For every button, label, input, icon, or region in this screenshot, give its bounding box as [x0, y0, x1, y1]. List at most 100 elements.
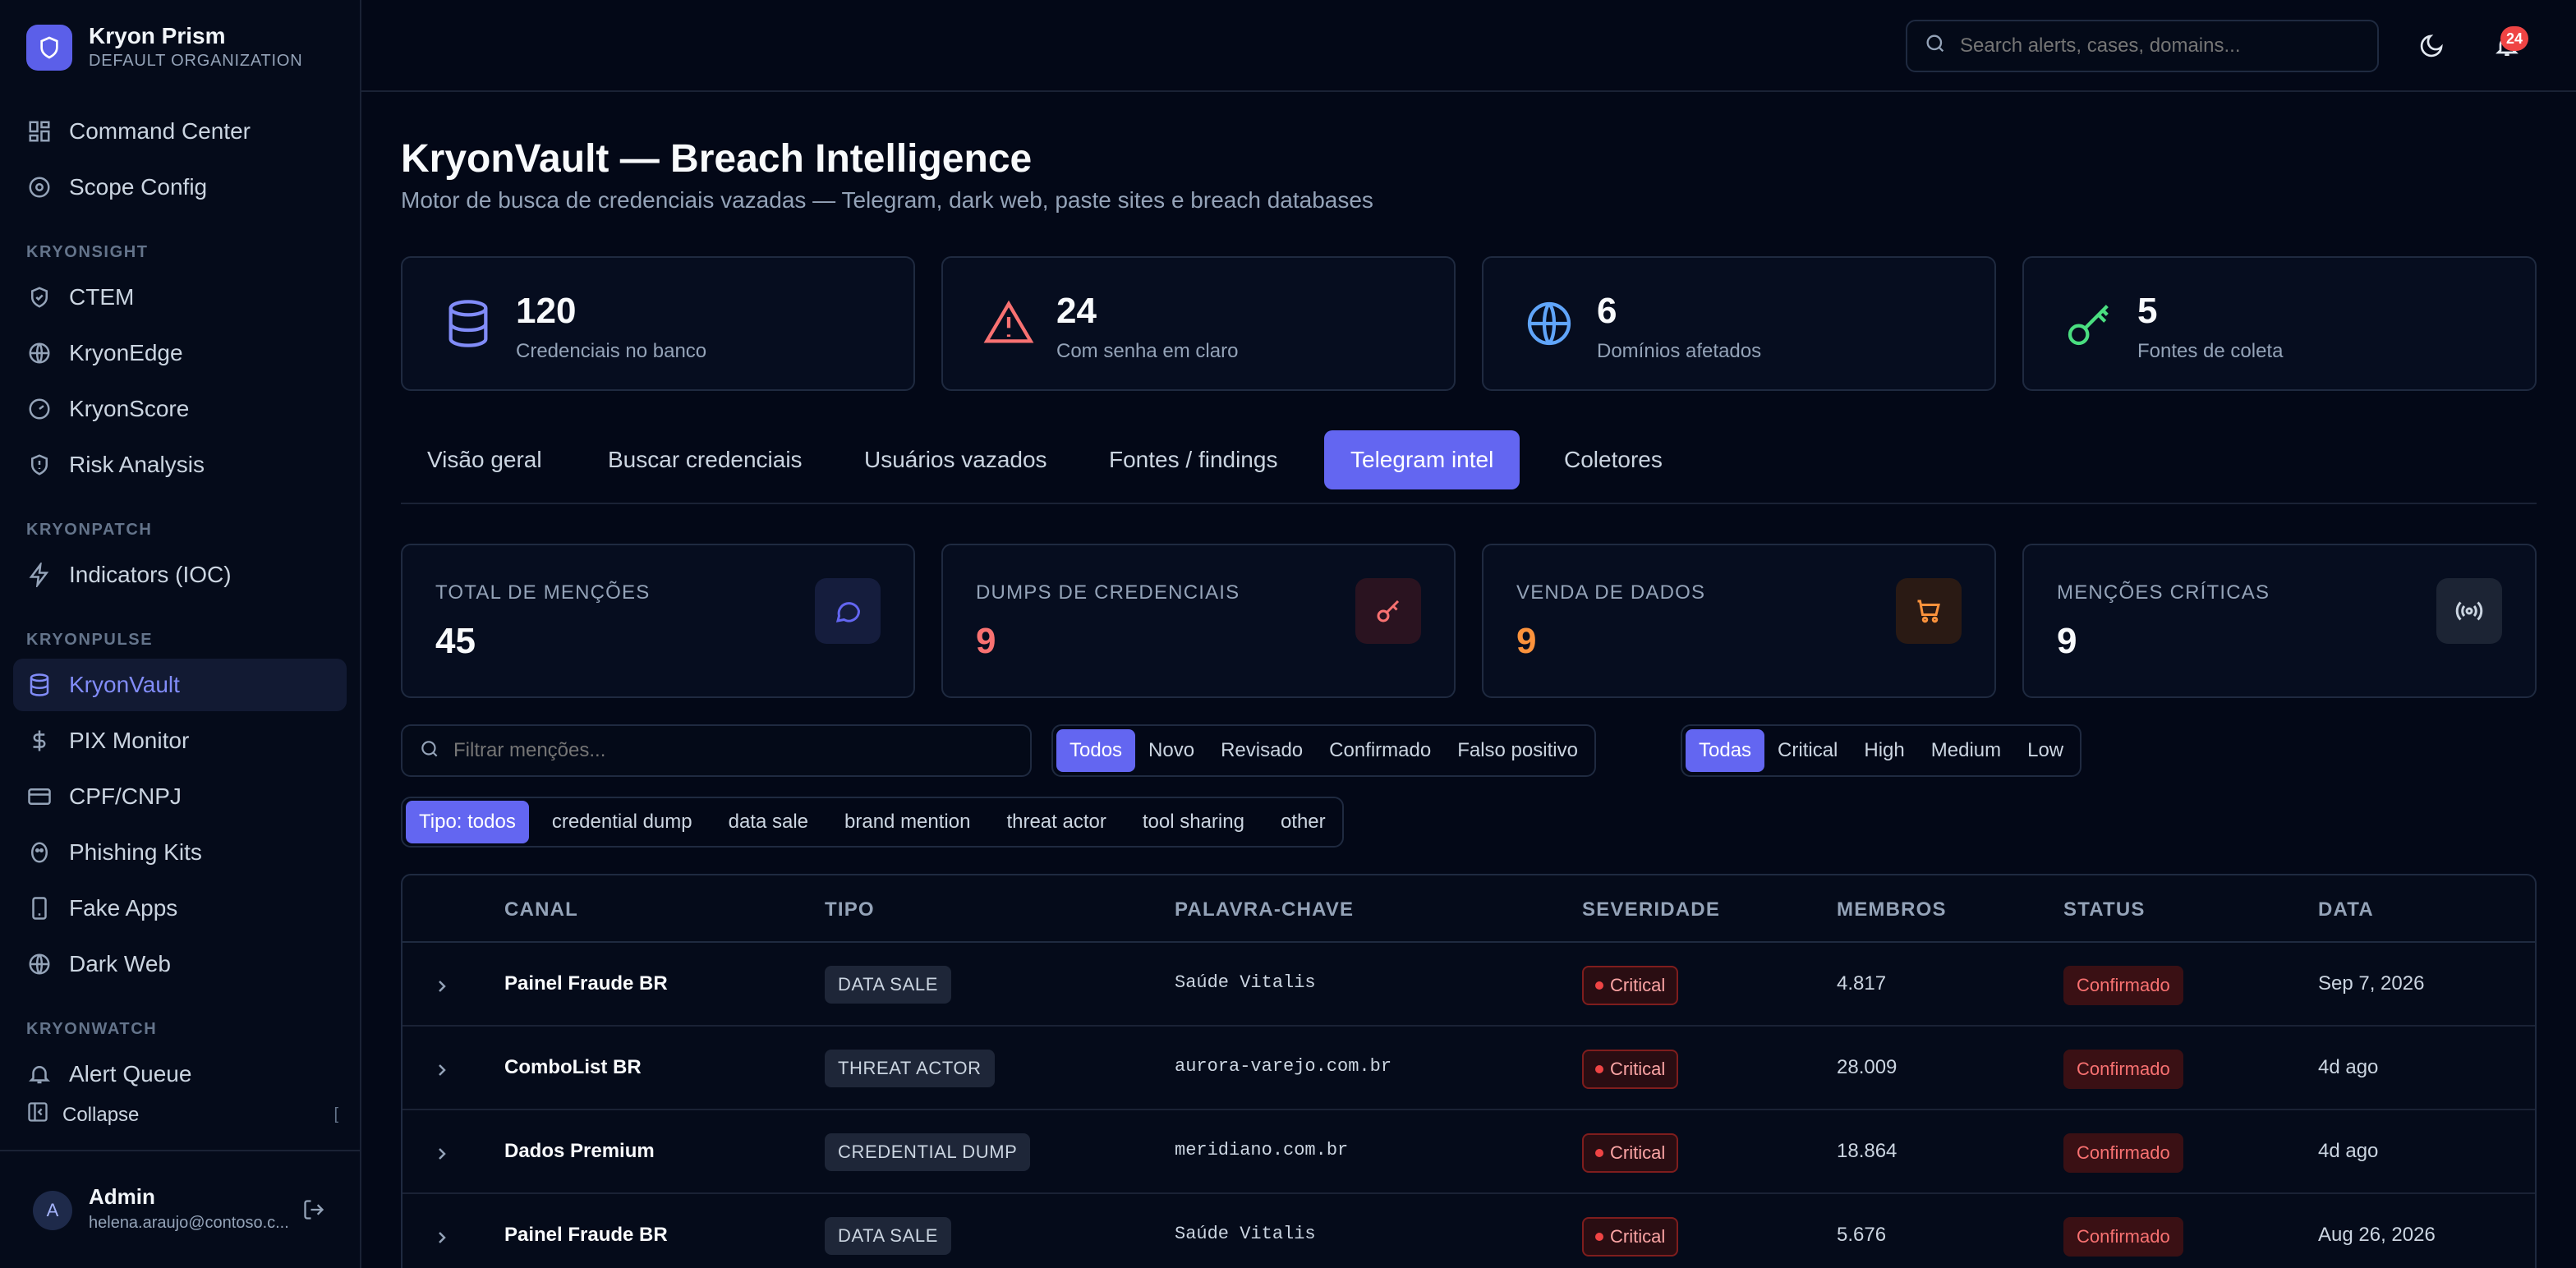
severity-option-low[interactable]: Low: [2014, 729, 2077, 772]
nav-command-center[interactable]: Command Center: [13, 105, 347, 158]
avatar[interactable]: A: [33, 1191, 72, 1230]
nav-phishing-kits[interactable]: Phishing Kits: [13, 826, 347, 879]
type-option-credential-dump[interactable]: credential dump: [539, 801, 706, 843]
chevron-right-icon[interactable]: [432, 972, 452, 1003]
metric-value: 45: [435, 621, 476, 661]
status-option-revisado[interactable]: Revisado: [1208, 729, 1316, 772]
nav-indicators[interactable]: Indicators (IOC): [13, 549, 347, 601]
tab-coletores[interactable]: Coletores: [1538, 430, 1689, 489]
moon-icon[interactable]: [2418, 33, 2445, 66]
row-channel: Painel Fraude BR: [504, 972, 668, 995]
fish-icon: [26, 839, 53, 866]
type-option-tool-sharing[interactable]: tool sharing: [1129, 801, 1258, 843]
chevron-right-icon[interactable]: [432, 1224, 452, 1254]
chevron-right-icon[interactable]: [432, 1140, 452, 1170]
type-option-threat-actor[interactable]: threat actor: [993, 801, 1119, 843]
stat-value: 120: [516, 291, 577, 331]
tab-fontes-findings[interactable]: Fontes / findings: [1083, 430, 1304, 489]
metric-credential-dumps: DUMPS DE CREDENCIAIS 9: [941, 544, 1456, 698]
chevron-right-icon[interactable]: [432, 1056, 452, 1087]
table-row[interactable]: Dados Premium CREDENTIAL DUMP meridiano.…: [402, 1110, 2535, 1194]
message-icon: [815, 578, 881, 644]
filter-input[interactable]: [453, 739, 996, 762]
tab-telegram-intel[interactable]: Telegram intel: [1324, 430, 1520, 489]
stat-label: Credenciais no banco: [516, 340, 707, 362]
nav-label: Command Center: [69, 118, 251, 144]
radio-icon: [2436, 578, 2502, 644]
bell-icon: [26, 1061, 53, 1087]
status-option-falso-positivo[interactable]: Falso positivo: [1444, 729, 1591, 772]
nav-pix-monitor[interactable]: PIX Monitor: [13, 714, 347, 767]
severity-label: Critical: [1610, 1226, 1666, 1247]
table-row[interactable]: Painel Fraude BR DATA SALE Saúde Vitalis…: [402, 943, 2535, 1027]
type-option-brand-mention[interactable]: brand mention: [831, 801, 983, 843]
status-option-todos[interactable]: Todos: [1056, 729, 1136, 772]
stat-label: Domínios afetados: [1597, 340, 1762, 362]
severity-badge: Critical: [1582, 1217, 1679, 1257]
row-members: 18.864: [1837, 1140, 1898, 1162]
column-header[interactable]: MEMBROS: [1837, 898, 1947, 921]
stat-value: 5: [2137, 291, 2158, 331]
mention-filter[interactable]: [401, 724, 1032, 777]
table-row[interactable]: Painel Fraude BR DATA SALE Saúde Vitalis…: [402, 1194, 2535, 1268]
row-date: Sep 7, 2026: [2318, 972, 2425, 995]
column-header[interactable]: STATUS: [2063, 898, 2146, 921]
nav-kryonvault[interactable]: KryonVault: [13, 659, 347, 711]
nav-label: KryonVault: [69, 672, 180, 697]
tab-buscar-credenciais[interactable]: Buscar credenciais: [582, 430, 829, 489]
nav-fake-apps[interactable]: Fake Apps: [13, 882, 347, 935]
search-input[interactable]: [1960, 34, 2354, 57]
metric-value: 9: [1516, 621, 1537, 661]
status-option-confirmado[interactable]: Confirmado: [1316, 729, 1444, 772]
nav-label: Phishing Kits: [69, 839, 202, 865]
severity-option-medium[interactable]: Medium: [1918, 729, 2014, 772]
collapse-button[interactable]: Collapse [: [26, 1100, 338, 1129]
nav-label: PIX Monitor: [69, 728, 190, 753]
global-search[interactable]: [1906, 20, 2379, 72]
column-header[interactable]: DATA: [2318, 898, 2374, 921]
phone-icon: [26, 895, 53, 921]
stat-value: 6: [1597, 291, 1617, 331]
severity-filter: Todas Critical High Medium Low: [1681, 724, 2082, 777]
severity-label: Critical: [1610, 1142, 1666, 1163]
type-option-todos[interactable]: Tipo: todos: [406, 801, 529, 843]
column-header[interactable]: CANAL: [504, 898, 578, 921]
brand[interactable]: Kryon Prism DEFAULT ORGANIZATION: [26, 23, 302, 72]
severity-option-high[interactable]: High: [1851, 729, 1917, 772]
stat-label: Fontes de coleta: [2137, 340, 2284, 362]
section-kryonsight: KRYONSIGHT: [26, 243, 149, 261]
column-header[interactable]: PALAVRA-CHAVE: [1175, 898, 1354, 921]
status-option-novo[interactable]: Novo: [1135, 729, 1208, 772]
nav-alert-queue[interactable]: Alert Queue: [13, 1048, 347, 1100]
nav-dark-web[interactable]: Dark Web: [13, 938, 347, 990]
user-email: helena.araujo@contoso.c...: [89, 1214, 289, 1232]
status-badge: Confirmado: [2063, 1050, 2183, 1089]
row-keyword: Saúde Vitalis: [1175, 972, 1316, 993]
metric-label: VENDA DE DADOS: [1516, 581, 1706, 604]
nav-cpf-cnpj[interactable]: CPF/CNPJ: [13, 770, 347, 823]
logout-icon[interactable]: [302, 1197, 325, 1228]
nav-label: CTEM: [69, 284, 135, 310]
table-header: CANAL TIPO PALAVRA-CHAVE SEVERIDADE MEMB…: [402, 875, 2535, 943]
nav-risk-analysis[interactable]: Risk Analysis: [13, 439, 347, 491]
collapse-label: Collapse: [62, 1103, 140, 1126]
metric-data-sale: VENDA DE DADOS 9: [1482, 544, 1996, 698]
severity-option-todas[interactable]: Todas: [1686, 729, 1765, 772]
type-option-other[interactable]: other: [1267, 801, 1339, 843]
nav-kryonedge[interactable]: KryonEdge: [13, 327, 347, 379]
nav-ctem[interactable]: CTEM: [13, 271, 347, 324]
nav-kryonscore[interactable]: KryonScore: [13, 383, 347, 435]
column-header[interactable]: SEVERIDADE: [1582, 898, 1720, 921]
tab-visao-geral[interactable]: Visão geral: [401, 430, 568, 489]
nav-label: Scope Config: [69, 174, 208, 200]
nav-label: Fake Apps: [69, 895, 178, 921]
severity-option-critical[interactable]: Critical: [1764, 729, 1851, 772]
table-row[interactable]: ComboList BR THREAT ACTOR aurora-varejo.…: [402, 1027, 2535, 1110]
database-icon: [442, 297, 494, 356]
type-option-data-sale[interactable]: data sale: [715, 801, 821, 843]
user-panel: A Admin helena.araujo@contoso.c...: [0, 1150, 360, 1268]
metric-value: 9: [2057, 621, 2077, 661]
tab-usuarios-vazados[interactable]: Usuários vazados: [838, 430, 1074, 489]
column-header[interactable]: TIPO: [825, 898, 875, 921]
nav-scope-config[interactable]: Scope Config: [13, 161, 347, 214]
